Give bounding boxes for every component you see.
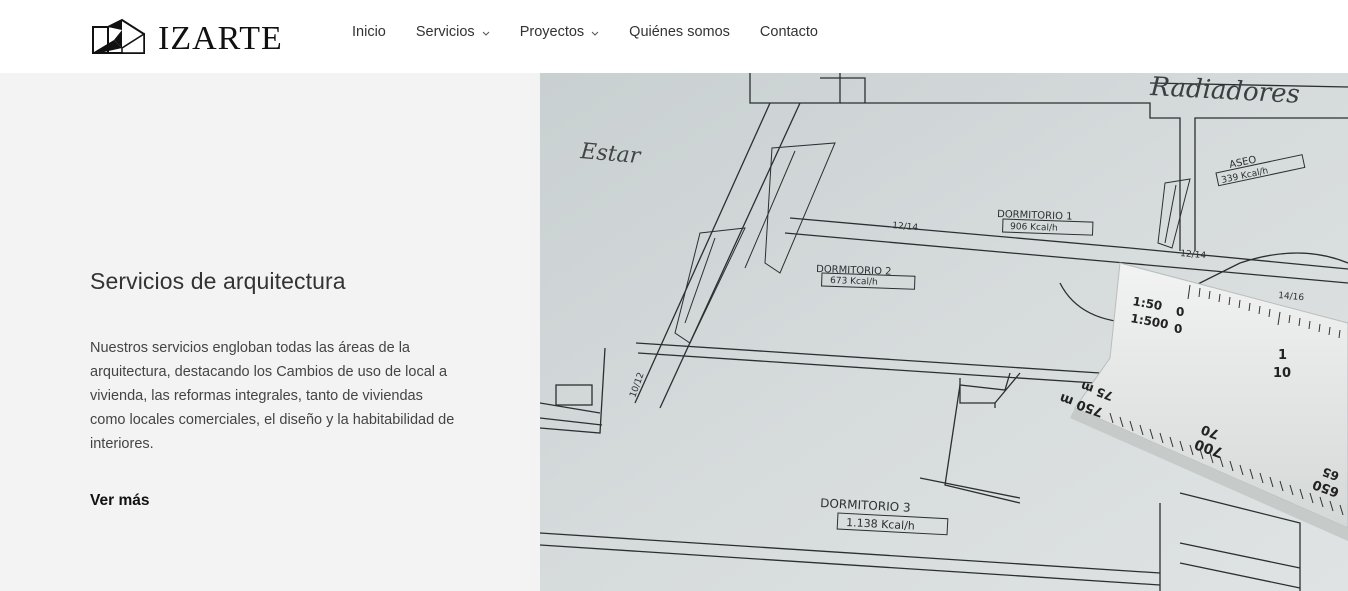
nav-item-quienes-somos[interactable]: Quiénes somos	[629, 24, 730, 40]
ver-mas-link[interactable]: Ver más	[90, 492, 149, 510]
blueprint-illustration: Radiadores Estar DORMITORIO 1 906 Kcal/h…	[540, 73, 1348, 591]
ruler-mark: 0	[1176, 305, 1184, 319]
services-description: Nuestros servicios engloban todas las ár…	[90, 340, 455, 452]
brand-logo[interactable]: IZARTE	[92, 14, 283, 58]
chevron-down-icon	[482, 24, 490, 40]
nav-item-label: Proyectos	[519, 24, 585, 40]
page-title: Servicios de arquitectura	[90, 268, 346, 294]
house-geometric-logo-icon	[92, 18, 145, 54]
room-value: 906 Kcal/h	[1010, 222, 1058, 234]
nav-item-label: Quiénes somos	[629, 24, 730, 40]
chevron-down-icon	[591, 24, 599, 40]
blueprint-image: Radiadores Estar DORMITORIO 1 906 Kcal/h…	[540, 73, 1348, 591]
ruler-mark: 10	[1273, 366, 1291, 381]
site-header: IZARTE Inicio Servicios Proyectos Quiéne…	[0, 0, 1348, 73]
ruler-mark: 1	[1278, 348, 1287, 363]
nav-item-proyectos[interactable]: Proyectos	[520, 24, 599, 40]
nav-item-label: Contacto	[759, 24, 818, 40]
room-value: 673 Kcal/h	[830, 276, 878, 288]
nav-item-inicio[interactable]: Inicio	[352, 24, 386, 40]
nav-item-servicios[interactable]: Servicios	[416, 24, 490, 40]
nav-item-contacto[interactable]: Contacto	[760, 24, 818, 40]
ruler-mark: 0	[1174, 322, 1182, 336]
brand-name: IZARTE	[158, 20, 283, 57]
main-nav: Inicio Servicios Proyectos Quiénes somos…	[352, 24, 848, 40]
nav-item-label: Inicio	[352, 24, 386, 40]
nav-item-label: Servicios	[415, 24, 475, 40]
services-intro-panel: Servicios de arquitectura Nuestros servi…	[0, 73, 540, 591]
